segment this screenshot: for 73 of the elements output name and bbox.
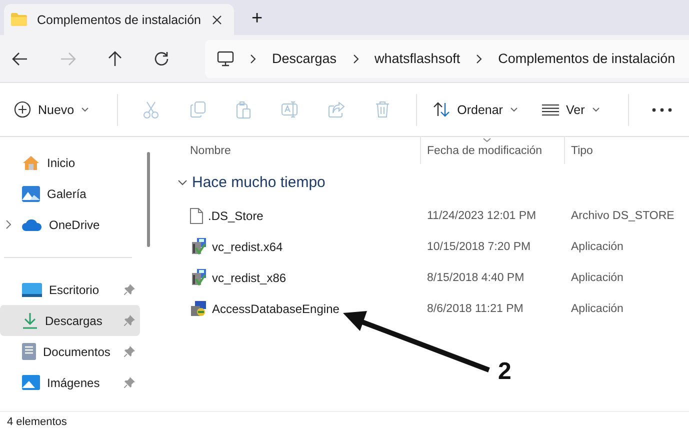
sidebar-item[interactable]: Descargas [0, 305, 140, 336]
window-tab[interactable]: Complementos de instalación [4, 4, 234, 35]
view-button[interactable]: Ver [540, 94, 606, 126]
image-icon [22, 375, 40, 390]
sidebar-item[interactable]: Galería [0, 178, 140, 209]
sidebar-label: Descargas [45, 314, 102, 328]
installer-icon [190, 269, 207, 286]
sidebar-label: Escritorio [49, 282, 100, 296]
new-button[interactable]: Nuevo [12, 94, 96, 126]
file-name[interactable]: vc_redist_x86 [212, 270, 286, 284]
sidebar-item[interactable]: Escritorio [0, 274, 140, 305]
breadcrumb-item[interactable]: whatsflashsoft [374, 51, 460, 66]
refresh-icon[interactable] [154, 51, 169, 66]
sidebar-label: Imágenes [47, 376, 100, 390]
status-text: 4 elementos [7, 416, 67, 428]
back-icon[interactable] [12, 52, 28, 66]
scrollbar-thumb[interactable] [147, 152, 150, 247]
plus-icon [14, 101, 31, 118]
desktop-icon [22, 282, 42, 296]
file-name[interactable]: vc_redist.x64 [212, 240, 283, 254]
home-icon [22, 154, 40, 170]
sidebar-label: OneDrive [49, 218, 100, 232]
date-cell-text: 8/15/2018 4:40 PM [426, 272, 526, 284]
chevron-icon [250, 54, 256, 64]
file-name[interactable]: AccessDatabaseEngine [212, 302, 340, 316]
close-icon[interactable] [212, 14, 222, 24]
chevron-icon[interactable] [6, 220, 11, 229]
annotation-number: 2 [498, 358, 512, 386]
sidebar-item[interactable]: Documentos [0, 336, 140, 367]
column-header[interactable]: Nombre [172, 137, 420, 164]
type-cell-text: Aplicación [570, 240, 624, 252]
sidebar-item[interactable]: Imágenes [0, 367, 140, 398]
caret-icon [510, 107, 518, 112]
sidebar-label: Galería [47, 186, 86, 200]
tab-title: Complementos de instalación [37, 12, 202, 26]
type-cell-text: Aplicación [570, 272, 624, 284]
folder-icon [11, 13, 27, 26]
sidebar-label: Documentos [43, 344, 110, 358]
type-cell-text: Archivo DS_STORE [570, 210, 676, 222]
file-icon [190, 208, 203, 224]
download-icon [22, 312, 38, 329]
chevron-icon [476, 54, 482, 64]
sidebar-label: Inicio [47, 156, 76, 170]
sidebar-item[interactable]: Inicio [0, 147, 140, 178]
type-cell-text: Aplicación [570, 302, 624, 314]
sort-caret-icon [483, 138, 491, 142]
new-tab-button[interactable]: + [244, 5, 270, 33]
setup-icon [190, 300, 207, 316]
sidebar-item[interactable]: OneDrive [0, 209, 140, 240]
caret-icon [592, 107, 600, 112]
file-name[interactable]: .DS_Store [208, 208, 264, 222]
computer-icon [217, 50, 234, 66]
lines-icon [542, 104, 559, 116]
document-icon [22, 343, 36, 360]
chevron-icon[interactable] [178, 178, 187, 186]
date-cell-text: 10/15/2018 7:20 PM [426, 240, 532, 252]
address-bar[interactable]: Descargas whatsflashsoft Complementos de instalación [205, 40, 689, 78]
column-header[interactable]: Tipo [564, 137, 689, 164]
sort-button[interactable]: Ordenar [431, 94, 524, 126]
chevron-icon [352, 54, 359, 64]
date-cell-text: 8/6/2018 11:21 PM [426, 302, 524, 314]
date-cell-text: 11/24/2023 12:01 PM [426, 210, 538, 222]
gallery-icon [22, 186, 40, 202]
up-icon[interactable] [108, 50, 122, 66]
sort-icon [433, 102, 450, 117]
breadcrumb-item[interactable]: Descargas [272, 51, 337, 66]
caret-icon [81, 107, 90, 112]
cloud-icon [22, 218, 42, 230]
forward-icon[interactable] [60, 52, 76, 66]
breadcrumb-item[interactable]: Complementos de instalación [498, 51, 676, 66]
group-header[interactable]: Hace mucho tiempo [192, 174, 326, 190]
installer-icon [190, 238, 207, 255]
column-header[interactable]: Fecha de modificación [420, 137, 564, 164]
